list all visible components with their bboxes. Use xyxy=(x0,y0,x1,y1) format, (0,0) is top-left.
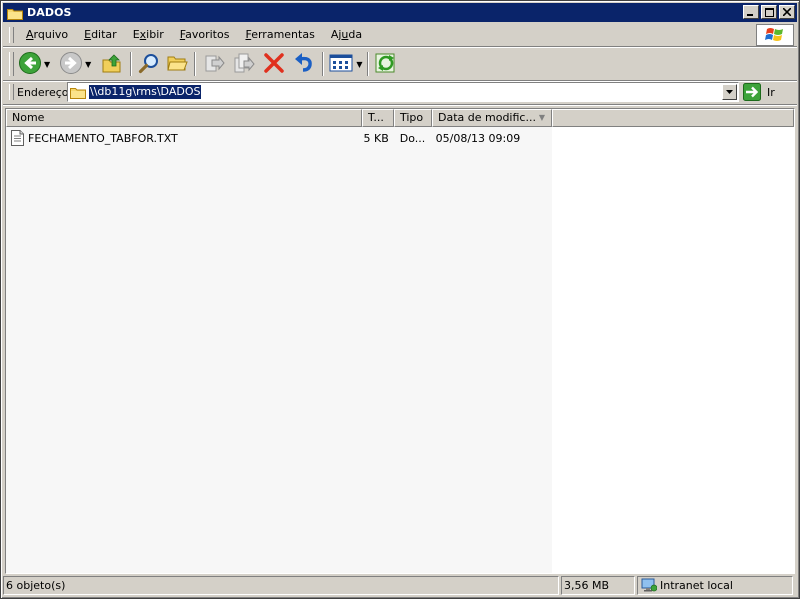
details-area xyxy=(6,127,552,573)
toolbar-grip[interactable] xyxy=(9,52,14,76)
menu-arquivo[interactable]: Arquivo xyxy=(18,24,76,46)
text-file-icon xyxy=(11,130,24,146)
delete-button[interactable] xyxy=(259,50,289,78)
address-input[interactable]: \\db11g\rms\DADOS xyxy=(67,82,739,102)
column-header-type[interactable]: Tipo xyxy=(394,109,432,127)
forward-icon xyxy=(59,51,83,78)
address-bar: Endereço \\db11g\rms\DADOS Ir xyxy=(3,81,797,103)
up-folder-button[interactable] xyxy=(97,50,127,78)
up-folder-icon xyxy=(101,52,123,77)
copy-to-button[interactable] xyxy=(229,50,259,78)
move-to-icon xyxy=(203,52,225,77)
column-header-modified[interactable]: Data de modific... ▼ xyxy=(432,109,552,127)
column-header-empty xyxy=(552,109,794,127)
menu-ferramentas[interactable]: Ferramentas xyxy=(237,24,322,46)
toolbar-separator xyxy=(367,52,370,76)
sort-arrow-icon: ▼ xyxy=(538,113,545,122)
back-button[interactable] xyxy=(17,50,43,78)
sync-icon xyxy=(374,51,398,78)
file-type: Do... xyxy=(399,131,426,145)
search-button[interactable] xyxy=(135,50,163,78)
close-button[interactable] xyxy=(779,5,795,19)
sync-button[interactable] xyxy=(372,50,400,78)
column-header-name[interactable]: Nome xyxy=(6,109,362,127)
folders-icon xyxy=(166,52,189,77)
file-modified: 05/08/13 09:09 xyxy=(435,131,521,145)
menu-favoritos[interactable]: Favoritos xyxy=(172,24,238,46)
file-size: 5 KB xyxy=(363,131,389,145)
back-dropdown-icon[interactable]: ▼ xyxy=(44,60,50,69)
copy-to-icon xyxy=(233,52,255,77)
menu-ajuda[interactable]: Ajuda xyxy=(323,24,370,46)
window-title: DADOS xyxy=(27,6,72,19)
minimize-button[interactable] xyxy=(743,5,759,19)
go-arrow-icon xyxy=(743,83,761,101)
address-label: Endereço xyxy=(17,85,69,99)
folders-button[interactable] xyxy=(163,50,191,78)
back-icon xyxy=(18,51,42,78)
column-headers: Nome T... Tipo Data de modific... ▼ xyxy=(6,109,794,127)
folder-icon xyxy=(70,86,86,99)
go-label: Ir xyxy=(767,85,775,99)
menu-exibir[interactable]: Exibir xyxy=(125,24,172,46)
forward-dropdown-icon[interactable]: ▼ xyxy=(85,60,91,69)
go-button[interactable]: Ir xyxy=(743,81,775,103)
delete-icon xyxy=(263,52,285,77)
column-header-size[interactable]: T... xyxy=(362,109,394,127)
menu-grip[interactable] xyxy=(9,27,14,43)
undo-button[interactable] xyxy=(289,50,319,78)
views-icon xyxy=(329,53,353,76)
toolbar-separator xyxy=(322,52,325,76)
status-bar: 6 objeto(s) 3,56 MB Intranet local xyxy=(3,576,797,596)
file-name: FECHAMENTO_TABFOR.TXT xyxy=(28,131,178,145)
status-size: 3,56 MB xyxy=(561,576,635,595)
undo-icon xyxy=(293,52,315,77)
address-dropdown-button[interactable] xyxy=(722,84,737,100)
status-objects: 6 objeto(s) xyxy=(3,576,559,595)
windows-logo-icon xyxy=(756,24,794,46)
address-value[interactable]: \\db11g\rms\DADOS xyxy=(89,85,202,99)
views-dropdown-icon[interactable]: ▼ xyxy=(356,60,362,69)
search-icon xyxy=(138,52,160,77)
toolbar-separator xyxy=(194,52,197,76)
forward-button[interactable] xyxy=(58,50,84,78)
explorer-window: DADOS Arquivo Editar Exibir Favoritos Fe… xyxy=(0,0,800,599)
move-to-button[interactable] xyxy=(199,50,229,78)
standard-toolbar: ▼ ▼ ▼ xyxy=(3,48,797,80)
address-grip[interactable] xyxy=(9,84,14,100)
menu-editar[interactable]: Editar xyxy=(76,24,125,46)
file-row[interactable]: FECHAMENTO_TABFOR.TXT 5 KB Do... 05/08/1… xyxy=(6,129,552,147)
file-list[interactable]: Nome T... Tipo Data de modific... ▼ FECH… xyxy=(5,108,795,574)
toolbar-separator xyxy=(130,52,133,76)
maximize-button[interactable] xyxy=(761,5,777,19)
views-button[interactable] xyxy=(327,50,355,78)
title-bar[interactable]: DADOS xyxy=(3,3,797,22)
menu-bar: Arquivo Editar Exibir Favoritos Ferramen… xyxy=(3,24,797,46)
intranet-icon xyxy=(641,578,657,593)
address-separator xyxy=(3,104,797,106)
status-zone: Intranet local xyxy=(637,576,793,595)
folder-icon xyxy=(7,7,23,20)
